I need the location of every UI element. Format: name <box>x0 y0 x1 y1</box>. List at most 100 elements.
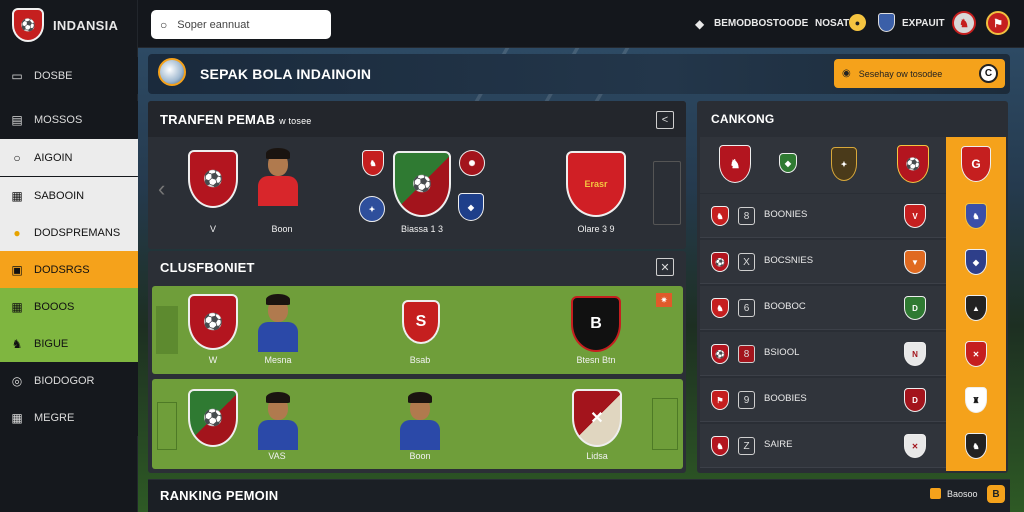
team-name: SAIRE <box>764 439 793 450</box>
topbar-link-1[interactable]: BEMODBOSTOODE <box>714 18 808 29</box>
newspaper-icon: ▤ <box>11 112 23 127</box>
club-label: Btesn Btn <box>576 355 616 365</box>
topbar-link-3[interactable]: EXPAUIT <box>902 18 945 29</box>
monitor-icon: ▭ <box>11 68 23 83</box>
team-crest[interactable]: ✕ <box>965 341 987 367</box>
shield-icon: ◆ <box>695 17 705 31</box>
grid-icon: ▣ <box>11 262 23 277</box>
transfer-left-label: V <box>209 224 216 234</box>
calendar-icon: ▦ <box>11 299 23 314</box>
club-label: Bsab <box>409 355 431 365</box>
team-crest[interactable]: ✦ <box>831 147 857 181</box>
team-crest: ⚑ <box>711 390 729 410</box>
ranking-row[interactable]: ⚑ 9 BOOBIES D <box>700 378 946 422</box>
transfer-subtitle: w tosee <box>279 116 312 126</box>
team-crest: ✕ <box>572 389 622 447</box>
team-crest[interactable]: ⚽ <box>897 145 929 183</box>
sidebar-item-label: BOOOS <box>34 300 75 313</box>
brand[interactable]: ⚽ INDANSIA <box>0 0 138 50</box>
team-crest[interactable]: ♜ <box>965 387 987 413</box>
collapse-button[interactable]: < <box>656 111 674 129</box>
player-avatar[interactable] <box>398 392 442 450</box>
team-crest: ♞ <box>711 436 729 456</box>
team-crest[interactable]: ♞ <box>965 433 987 459</box>
coin-icon: ● <box>849 14 866 31</box>
search-icon: ○ <box>160 17 168 32</box>
calendar-icon: ▦ <box>11 188 23 203</box>
sidebar-item-7[interactable]: ▦ BOOOS <box>0 288 138 325</box>
team-crest[interactable]: ◆ <box>965 249 987 275</box>
team-crest: Erasr <box>566 151 626 217</box>
team-crest[interactable]: ◆ <box>779 153 797 173</box>
team-crest: ⚽ <box>393 151 451 217</box>
brand-logo: ⚽ <box>12 8 44 42</box>
sidebar-item-1[interactable]: ▭ DOSBE <box>0 57 138 94</box>
sidebar-item-2[interactable]: ▤ MOSSOS <box>0 101 138 138</box>
trophy-icon: ♞ <box>11 336 23 351</box>
search-box[interactable]: ○ <box>151 10 331 39</box>
team-badge-icon[interactable]: ⚑ <box>986 11 1010 35</box>
ranking-row[interactable]: ♞ 8 BOONIES V <box>700 194 946 238</box>
player-avatar[interactable] <box>256 294 300 352</box>
team-crest[interactable]: ▲ <box>965 295 987 321</box>
club-label: Lidsa <box>586 451 608 461</box>
chevron-left-icon[interactable]: ‹ <box>158 176 165 202</box>
rank-number: Z <box>738 437 755 455</box>
crest-icon <box>878 13 895 32</box>
circle-icon: ◎ <box>11 373 23 388</box>
row-handle[interactable] <box>157 402 177 450</box>
ranking-row[interactable]: ⚽ X BOCSNIES ▼ <box>700 240 946 284</box>
team-crest: D <box>904 388 926 412</box>
close-button[interactable]: ✕ <box>656 258 674 276</box>
clubs-title: CLUSFBONIET <box>160 260 255 275</box>
currency-badge: C <box>979 64 998 83</box>
sidebar-item-4[interactable]: ▦ SABOOIN <box>0 177 138 214</box>
team-crest[interactable]: ♞ <box>965 203 987 229</box>
ranking-row[interactable]: ♞ Z SAIRE ✕ <box>700 424 946 468</box>
star-icon[interactable]: ✷ <box>656 293 672 307</box>
team-name: BSIOOL <box>764 347 800 358</box>
team-crest: ◆ <box>458 193 484 221</box>
sidebar-item-label: DODSPREMANS <box>34 226 121 239</box>
sidebar-item-9[interactable]: ◎ BIODOGOR <box>0 362 138 399</box>
ranking-row[interactable]: ⚽ 8 BSIOOL N <box>700 332 946 376</box>
team-crest: V <box>904 204 926 228</box>
top-bar: ○ ◆ BEMODBOSTOODE NOSAT ● EXPAUIT ♞ ⚑ <box>138 0 1024 48</box>
transfer-title: TRANFEN PEMAB w tosee <box>160 112 312 127</box>
pitch-icon <box>653 161 681 225</box>
sidebar-item-3[interactable]: ○ AIGOIN <box>0 139 138 176</box>
profile-avatar[interactable]: ♞ <box>952 11 976 35</box>
bottom-button-label[interactable]: Baosoo <box>947 489 978 499</box>
search-input[interactable] <box>177 18 318 31</box>
team-crest[interactable]: G <box>961 146 991 182</box>
sidebar-item-10[interactable]: ▦ MEGRE <box>0 399 138 436</box>
team-crest: S <box>402 300 440 344</box>
sidebar-item-label: AIGOIN <box>34 151 73 164</box>
rank-number: 8 <box>738 207 755 225</box>
team-crest: D <box>904 296 926 320</box>
ranking-icon <box>930 488 941 499</box>
sidebar-item-5[interactable]: ● DODSPREMANS <box>0 214 138 251</box>
team-crest: ⚽ <box>711 252 729 272</box>
ranking-row[interactable]: ♞ 6 BOOBOC D <box>700 286 946 330</box>
bottom-title: RANKING PEMOIN <box>160 488 279 503</box>
bottom-button-icon[interactable]: B <box>987 485 1005 503</box>
row-handle[interactable] <box>156 306 178 354</box>
sidebar-item-label: DOSBE <box>34 69 73 82</box>
sidebar-item-8[interactable]: ♞ BIGUE <box>0 325 138 362</box>
team-crest: ⚽ <box>188 294 238 350</box>
sidebar-item-label: MOSSOS <box>34 113 83 126</box>
topbar-link-2[interactable]: NOSAT <box>815 18 849 29</box>
team-crest[interactable]: ♞ <box>719 145 751 183</box>
team-crest: ✦ <box>359 196 385 222</box>
rankings-title: CANKONG <box>711 112 775 126</box>
player-avatar[interactable] <box>256 148 300 206</box>
player-name: Boon <box>271 224 293 234</box>
team-crest: ⚽ <box>711 344 729 364</box>
club-label: Mesna <box>264 355 292 365</box>
club-label: W <box>208 355 218 365</box>
header-action-button[interactable]: ◉ Sesehay ow tosodee C <box>834 59 1005 88</box>
sidebar-item-6[interactable]: ▣ DODSRGS <box>0 251 138 288</box>
rank-number: 6 <box>738 299 755 317</box>
player-avatar[interactable] <box>256 392 300 450</box>
